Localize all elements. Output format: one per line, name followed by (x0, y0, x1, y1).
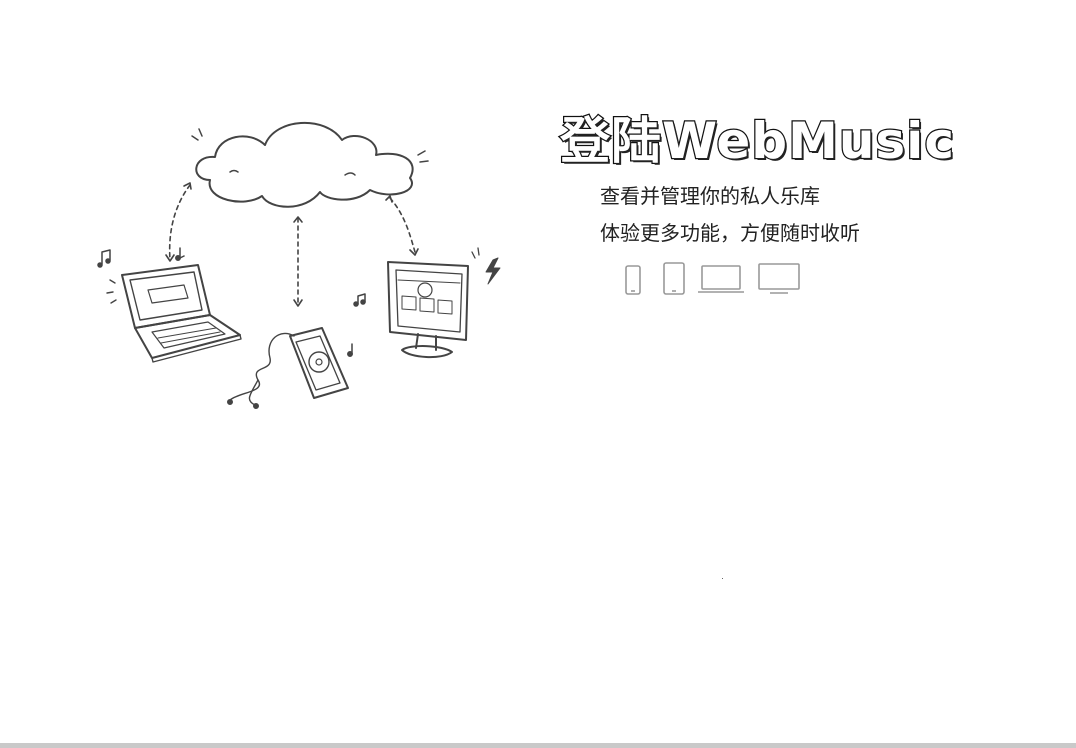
laptop-icon (106, 264, 242, 363)
phone-icon (625, 265, 641, 295)
bottom-bar (0, 743, 1076, 748)
desktop-monitor-icon (387, 261, 469, 358)
stray-pixel (722, 578, 723, 579)
supported-devices (625, 262, 800, 295)
music-player-icon (227, 327, 349, 409)
tagline-manage-library: 查看并管理你的私人乐库 (600, 184, 820, 208)
page-title: 登陆WebMusic (559, 111, 955, 172)
tagline-more-features: 体验更多功能，方便随时收听 (600, 221, 860, 245)
music-note-icon (97, 247, 366, 357)
cloud-sync-illustration (97, 121, 501, 409)
cloud-icon (191, 121, 429, 208)
laptop-icon (698, 265, 744, 293)
tablet-icon (663, 262, 685, 295)
lightning-icon (471, 247, 501, 285)
monitor-icon (758, 263, 800, 294)
login-promo-page: 登陆WebMusic 查看并管理你的私人乐库 体验更多功能，方便随时收听 (0, 0, 1076, 748)
